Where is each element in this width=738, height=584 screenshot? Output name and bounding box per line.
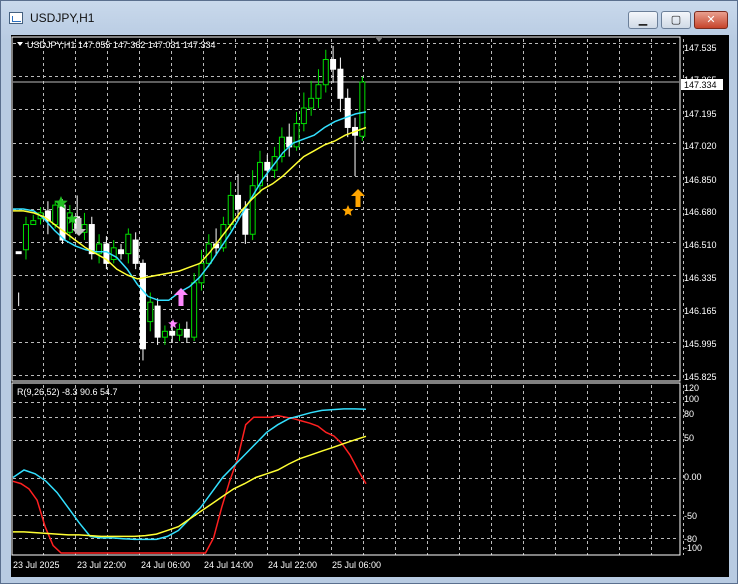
price-label: 147.195: [684, 109, 717, 119]
fast-ma-line: [13, 111, 367, 302]
time-label: 24 Jul 06:00: [141, 560, 190, 570]
candles: [15, 45, 366, 361]
price-label: 146.850: [684, 175, 717, 185]
candle-body: [242, 208, 249, 235]
close-button[interactable]: ✕: [694, 11, 728, 29]
candle-body: [132, 239, 139, 264]
chart-menu-arrow-icon[interactable]: [17, 42, 23, 46]
candle-body: [110, 247, 117, 260]
candle-body: [59, 204, 66, 241]
candle-body: [315, 84, 322, 99]
window-title: USDJPY,H1: [30, 11, 95, 25]
indicator-level-label: 50: [684, 433, 694, 443]
price-label: 146.335: [684, 273, 717, 283]
time-axis: 23 Jul 2025 23 Jul 22:00 24 Jul 06:00 24…: [13, 560, 381, 570]
slow-ma-line: [13, 126, 367, 280]
price-label: 145.825: [684, 372, 717, 382]
price-label: 147.535: [684, 43, 717, 53]
indicator-line-0: [12, 414, 367, 554]
indicator-axis: 120 100 80 50 0.00 -50 -80 -100: [684, 383, 702, 553]
candle-body: [176, 328, 183, 336]
window-titlebar[interactable]: USDJPY,H1 ▁ ▢ ✕: [1, 1, 737, 35]
chart-canvas[interactable]: USDJPY,H1 147.055 147.362 147.031 147.33…: [11, 35, 729, 577]
price-label: 147.020: [684, 141, 717, 151]
indicator-level-label: 0.00: [684, 472, 702, 482]
buy-arrow-icon: [351, 189, 365, 207]
indicator-level-label: 100: [684, 394, 699, 404]
candle-body: [52, 204, 59, 226]
candle-body: [330, 59, 337, 70]
current-price-label: 147.334: [684, 80, 717, 90]
main-chart-header: USDJPY,H1 147.055 147.362 147.031 147.33…: [27, 40, 216, 50]
maximize-button[interactable]: ▢: [661, 11, 691, 29]
price-label: 146.680: [684, 207, 717, 217]
time-label: 24 Jul 14:00: [204, 560, 253, 570]
candle-body: [293, 123, 300, 148]
moving-averages: [13, 111, 367, 302]
indicator-line-2: [13, 435, 367, 538]
candle-body: [118, 249, 125, 255]
candle-body: [22, 224, 29, 251]
candle-body: [337, 68, 344, 99]
candle-body: [235, 194, 242, 210]
indicator-level-label: -100: [684, 543, 702, 553]
candle-body: [322, 59, 329, 86]
price-axis: 147.535 147.365 147.195 147.020 146.850 …: [684, 43, 717, 382]
candle-body: [161, 330, 168, 338]
candle-body: [344, 97, 351, 128]
chart-window: USDJPY,H1 ▁ ▢ ✕ USDJPY,H1 147.055 147.36…: [0, 0, 738, 584]
minimize-button[interactable]: ▁: [628, 11, 658, 29]
chart-svg[interactable]: USDJPY,H1 147.055 147.362 147.031 147.33…: [11, 35, 729, 577]
time-label: 24 Jul 22:00: [268, 560, 317, 570]
candle-body: [154, 305, 161, 338]
buy-star-icon: [342, 205, 354, 216]
buy-arrow-icon: [174, 288, 188, 306]
candle-body: [169, 330, 176, 336]
indicator-level-label: -50: [684, 511, 697, 521]
candle-body: [88, 224, 95, 255]
price-label: 146.510: [684, 240, 717, 250]
candle-body: [191, 282, 198, 338]
candle-body: [125, 233, 132, 255]
candle-body: [183, 328, 190, 338]
time-label: 23 Jul 22:00: [77, 560, 126, 570]
indicator-level-label: 80: [684, 409, 694, 419]
time-label: 25 Jul 06:00: [332, 560, 381, 570]
time-label: 23 Jul 2025: [13, 560, 60, 570]
indicator-header: R(9,26,52) -8.3 90.6 54.7: [17, 387, 118, 397]
candle-body: [300, 107, 307, 125]
price-label: 145.995: [684, 339, 717, 349]
candle-body: [227, 194, 234, 226]
candle-body: [308, 97, 315, 109]
candle-body: [147, 301, 154, 323]
indicator-level-label: 120: [684, 383, 699, 393]
shift-marker-icon[interactable]: [375, 37, 383, 42]
candle-body: [264, 161, 271, 171]
candle-body: [139, 262, 146, 350]
candle-body: [30, 220, 37, 226]
indicator-lines: [12, 408, 367, 554]
price-label: 146.165: [684, 306, 717, 316]
candle-body: [15, 251, 22, 255]
chart-window-icon: [9, 12, 23, 24]
buy-star-icon: [168, 319, 178, 328]
